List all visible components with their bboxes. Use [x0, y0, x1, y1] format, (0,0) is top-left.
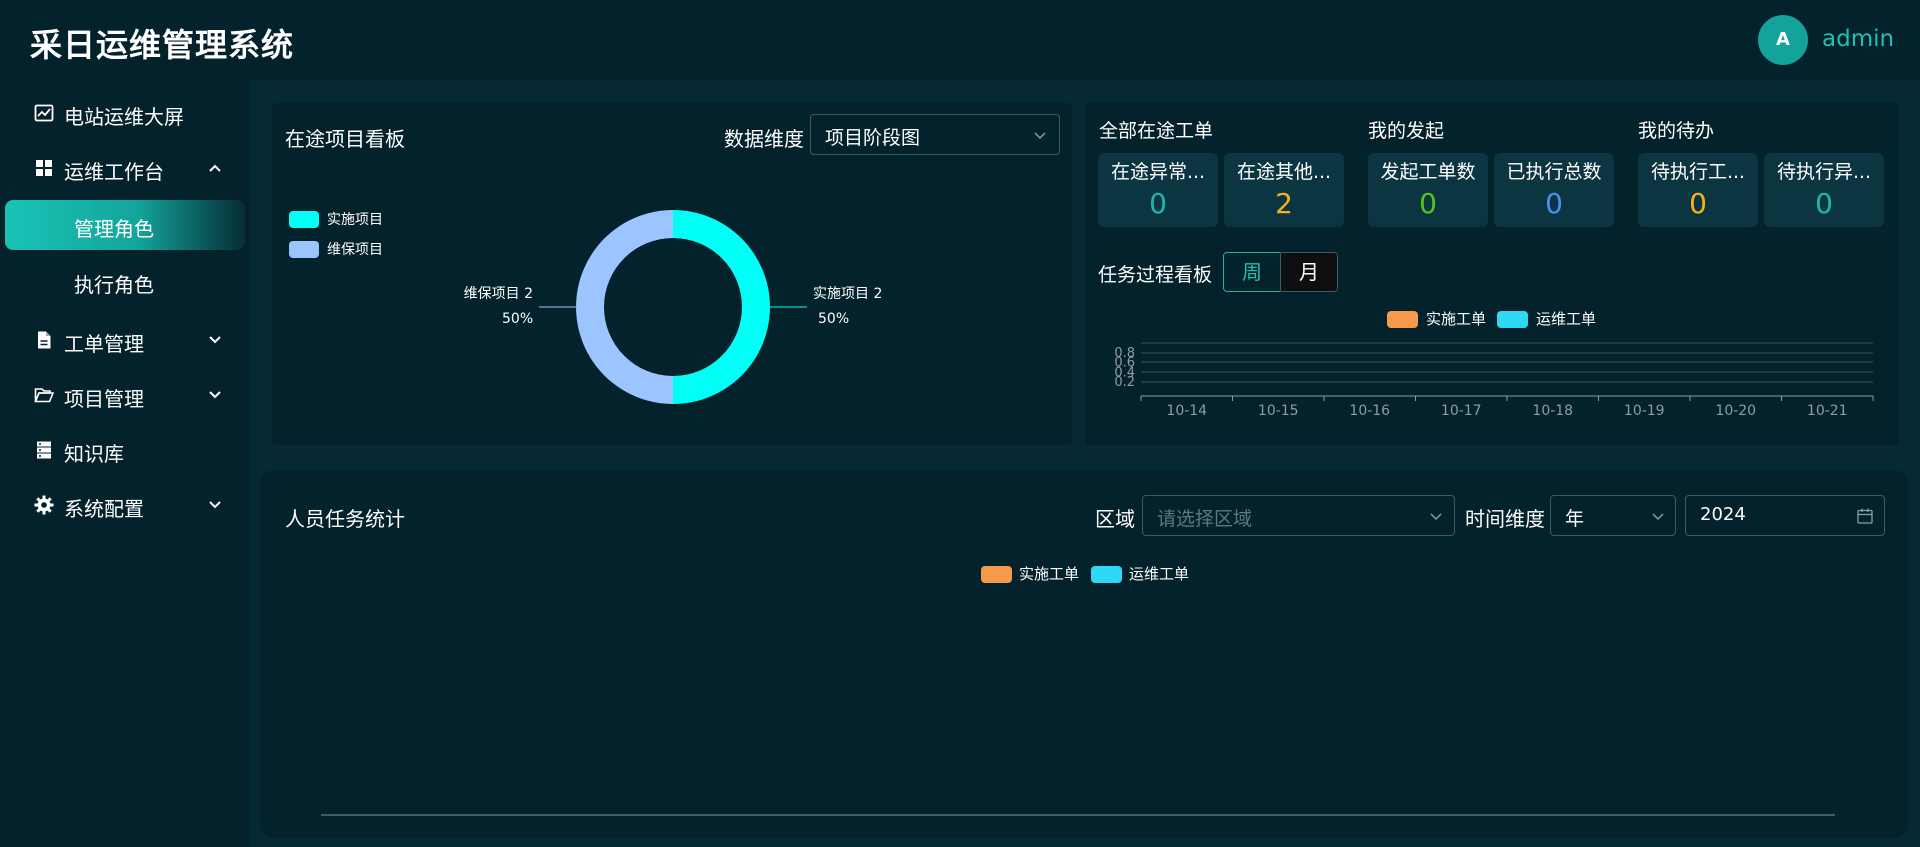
stat-card-value: 0 [1689, 187, 1707, 220]
legend-label: 实施工单 [1019, 565, 1079, 583]
chart-line-icon [34, 104, 54, 122]
slice-percent: 50% [818, 311, 849, 327]
legend-label: 实施项目 [327, 212, 383, 228]
stat-card-todo-work[interactable]: 待执行工... 0 [1638, 153, 1758, 227]
group-title-my-todo: 我的待办 [1638, 120, 1715, 142]
stat-card-value: 0 [1815, 187, 1833, 220]
chevron-down-icon [209, 501, 221, 509]
stat-card-label: 待执行异... [1776, 161, 1872, 183]
sidebar-item-label: 运维工作台 [64, 160, 164, 184]
chevron-up-icon [209, 164, 221, 172]
legend-label: 运维工单 [1129, 565, 1189, 583]
x-tick-label: 10-16 [1349, 403, 1390, 419]
stat-card-label: 在途异常... [1110, 161, 1206, 183]
sidebar-item-system-config[interactable]: 系统配置 [0, 483, 250, 527]
stat-card-todo-abnormal[interactable]: 待执行异... 0 [1764, 153, 1884, 227]
legend-swatch[interactable] [289, 211, 319, 228]
sidebar-item-label: 知识库 [64, 442, 124, 466]
stat-card-label: 在途其他... [1236, 161, 1332, 183]
stat-card-value: 2 [1275, 187, 1293, 220]
stat-card-value: 0 [1149, 187, 1167, 220]
donut-slice[interactable] [673, 210, 770, 404]
gear-icon [34, 495, 54, 515]
user-name[interactable]: admin [1822, 26, 1894, 52]
dimension-select-value: 项目阶段图 [825, 127, 921, 149]
sidebar-item-label: 工单管理 [64, 332, 144, 356]
legend-swatch[interactable] [1497, 311, 1528, 328]
sidebar-item-station-screen[interactable]: 电站运维大屏 [0, 91, 250, 135]
chevron-down-icon [1034, 132, 1046, 140]
dimension-select[interactable]: 项目阶段图 [810, 114, 1060, 155]
x-tick-label: 10-19 [1624, 403, 1665, 419]
sidebar-item-admin-role[interactable]: 管理角色 [5, 200, 245, 250]
stat-card-label: 待执行工... [1650, 161, 1746, 183]
legend-swatch[interactable] [981, 566, 1012, 583]
stat-card-label: 发起工单数 [1380, 161, 1476, 183]
chevron-down-icon [209, 391, 221, 399]
stat-card-ongoing-other[interactable]: 在途其他... 2 [1224, 153, 1344, 227]
slice-label: 实施项目 2 [813, 286, 882, 302]
server-icon [37, 441, 51, 459]
sidebar-item-label: 执行角色 [74, 273, 154, 297]
slice-label: 维保项目 2 [464, 286, 533, 302]
personnel-panel: 人员任务统计 区域 请选择区域 时间维度 年 2024 实施工单 运维工单 [260, 470, 1908, 838]
legend-label: 维保项目 [327, 242, 383, 258]
sidebar-item-label: 系统配置 [64, 497, 144, 521]
sidebar-item-workbench[interactable]: 运维工作台 [0, 146, 250, 190]
tab-week[interactable]: 周 [1223, 252, 1281, 292]
legend-swatch[interactable] [1387, 311, 1418, 328]
y-tick-label: 0.2 [1114, 375, 1135, 390]
slice-percent: 50% [502, 311, 533, 327]
dimension-label: 数据维度 [724, 127, 804, 151]
top-header: 采日运维管理系统 A admin [0, 0, 1920, 80]
project-board-title: 在途项目看板 [285, 127, 405, 151]
sidebar-item-label: 项目管理 [64, 387, 144, 411]
x-tick-label: 10-21 [1807, 403, 1848, 419]
legend-swatch[interactable] [289, 241, 319, 258]
dashboard-grid-icon [36, 160, 52, 176]
group-title-all-orders: 全部在途工单 [1099, 120, 1214, 142]
tab-month[interactable]: 月 [1280, 252, 1338, 292]
x-tick-label: 10-18 [1532, 403, 1573, 419]
x-tick-label: 10-17 [1441, 403, 1482, 419]
sidebar-item-executor-role[interactable]: 执行角色 [0, 256, 250, 306]
stat-card-ongoing-abnormal[interactable]: 在途异常... 0 [1098, 153, 1218, 227]
legend-label: 运维工单 [1536, 310, 1596, 328]
folder-open-icon [34, 388, 54, 403]
stat-card-value: 0 [1419, 187, 1437, 220]
group-title-my-initiated: 我的发起 [1368, 120, 1445, 142]
document-icon [38, 331, 51, 349]
donut-slice[interactable] [576, 210, 673, 404]
x-tick-label: 10-15 [1258, 403, 1299, 419]
sidebar-item-label: 管理角色 [74, 217, 154, 241]
sidebar: 电站运维大屏 运维工作台 管理角色 执行角色 工单管理 项目管理 知识库 系统配… [0, 80, 250, 847]
legend-swatch[interactable] [1091, 566, 1122, 583]
sidebar-item-work-orders[interactable]: 工单管理 [0, 318, 250, 362]
legend-label: 实施工单 [1426, 310, 1486, 328]
personnel-bar-chart: 实施工单 运维工单 [321, 565, 1835, 816]
x-tick-label: 10-20 [1715, 403, 1756, 419]
sidebar-item-knowledge-base[interactable]: 知识库 [0, 428, 250, 472]
x-tick-label: 10-14 [1166, 403, 1207, 419]
chevron-down-icon [209, 336, 221, 344]
stat-card-initiated-count[interactable]: 发起工单数 0 [1368, 153, 1488, 227]
task-board-title: 任务过程看板 [1098, 264, 1213, 286]
user-avatar[interactable]: A [1758, 15, 1808, 65]
sidebar-item-label: 电站运维大屏 [64, 105, 184, 129]
stat-card-label: 已执行总数 [1506, 161, 1602, 183]
sidebar-item-projects[interactable]: 项目管理 [0, 373, 250, 417]
stat-card-executed-total[interactable]: 已执行总数 0 [1494, 153, 1614, 227]
app-title: 采日运维管理系统 [30, 26, 295, 64]
stat-card-value: 0 [1545, 187, 1563, 220]
task-bar-chart: 实施工单 运维工单 0.80.60.40.2 10-14 10-15 10-16 10-… [1114, 310, 1874, 419]
project-board-panel: 在途项目看板 数据维度 项目阶段图 实施项目维保项目 实施项目 2 50% 维保项目… [272, 103, 1072, 445]
